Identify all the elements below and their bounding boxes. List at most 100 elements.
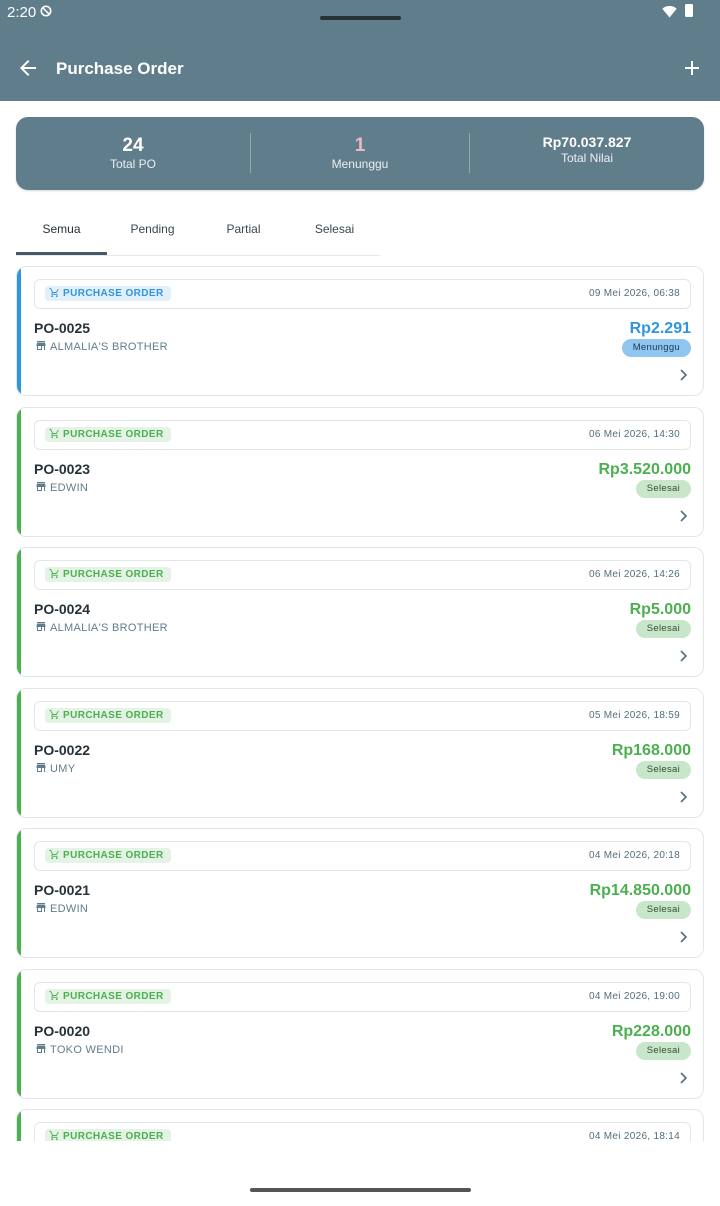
order-card[interactable]: PURCHASE ORDER 04 Mei 2026, 18:14 [16,1109,704,1141]
po-type-badge: PURCHASE ORDER [45,707,171,723]
order-card[interactable]: PURCHASE ORDER 05 Mei 2026, 18:59 PO-0022 U… [16,687,704,818]
chevron-right-icon[interactable] [676,509,690,523]
cart-icon [49,709,59,719]
status-chip: Menunggu [621,339,691,357]
wifi-icon [662,5,677,18]
po-date: 09 Mei 2026, 06:38 [588,288,680,299]
order-card[interactable]: PURCHASE ORDER 04 Mei 2026, 19:00 PO-0020 T… [16,968,704,1099]
chevron-right-icon[interactable] [676,930,690,944]
supplier-label: ALMALIA'S BROTHER [50,622,168,634]
chevron-right-icon[interactable] [676,790,690,804]
status-accent-bar [17,969,21,1098]
po-date: 05 Mei 2026, 18:59 [588,709,680,721]
status-chip: Selesai [635,479,691,498]
status-accent-bar [17,407,21,536]
po-type-label: PURCHASE ORDER [63,709,164,721]
add-icon[interactable] [680,56,704,80]
summary-card: 24 Total PO 1 Menunggu Rp70.037.827 Tota… [16,117,704,190]
waiting-label: Menunggu [331,157,389,171]
status-accent-bar [17,829,21,957]
po-number: PO-0025 [34,320,91,336]
app-bar: 2:20 Purchase Order [0,0,720,101]
total-value-amount: Rp70.037.827 [542,134,632,150]
po-type-badge: PURCHASE ORDER [45,567,171,582]
order-list: PURCHASE ORDER 09 Mei 2026, 06:38 PO-0025 A… [16,266,704,1141]
stat-total-po: 24 Total PO [16,117,250,190]
po-type-label: PURCHASE ORDER [63,569,164,580]
tab-semua[interactable]: Semua [16,205,107,254]
tab-indicator [16,252,107,255]
status-accent-bar [17,267,21,395]
supplier-name: EDWIN [35,902,88,915]
po-type-label: PURCHASE ORDER [63,428,164,440]
card-header: PURCHASE ORDER 06 Mei 2026, 14:26 [34,560,691,590]
back-arrow-icon[interactable] [16,56,40,80]
status-time: 2:20 [7,4,37,21]
po-type-badge: PURCHASE ORDER [45,426,171,442]
supplier-name: EDWIN [35,481,88,494]
po-date: 04 Mei 2026, 20:18 [588,850,680,861]
supplier-label: EDWIN [50,481,89,494]
stat-total-value: Rp70.037.827 Total Nilai [470,117,704,190]
chevron-right-icon[interactable] [676,368,690,382]
cart-icon [49,1130,59,1141]
status-chip: Selesai [635,620,691,638]
po-number: PO-0021 [34,882,91,898]
status-accent-bar [17,548,21,676]
supplier-label: EDWIN [50,903,89,915]
supplier-name: UMY [35,762,75,775]
po-date: 06 Mei 2026, 14:26 [588,569,680,580]
po-date: 04 Mei 2026, 19:00 [588,990,680,1002]
tab-partial[interactable]: Partial [198,205,289,254]
po-type-label: PURCHASE ORDER [63,288,164,299]
po-amount: Rp2.291 [629,320,691,337]
po-type-label: PURCHASE ORDER [63,1131,164,1141]
po-amount: Rp168.000 [611,741,691,759]
supplier-name: TOKO WENDI [35,1043,124,1056]
status-accent-bar [17,688,21,817]
store-icon [36,481,46,491]
gesture-nav-handle [250,1188,471,1192]
card-header: PURCHASE ORDER 04 Mei 2026, 20:18 [34,841,691,871]
status-chip: Selesai [635,1041,691,1060]
do-not-disturb-icon [40,5,52,17]
waiting-value: 1 [354,135,366,156]
status-chip: Selesai [635,760,691,779]
camera-pill [320,16,401,20]
store-icon [36,622,46,631]
cart-icon [49,428,59,438]
tab-selesai[interactable]: Selesai [289,205,380,254]
store-icon [36,341,46,350]
status-chip: Selesai [635,901,691,919]
supplier-label: ALMALIA'S BROTHER [50,341,168,353]
po-number: PO-0022 [34,741,91,758]
card-header: PURCHASE ORDER 05 Mei 2026, 18:59 [34,700,691,731]
supplier-label: TOKO WENDI [50,1043,124,1056]
card-header: PURCHASE ORDER 09 Mei 2026, 06:38 [34,279,691,309]
po-type-label: PURCHASE ORDER [63,850,164,861]
order-card[interactable]: PURCHASE ORDER 06 Mei 2026, 14:26 PO-0024 A… [16,547,704,677]
store-icon [36,1043,46,1053]
card-header: PURCHASE ORDER 04 Mei 2026, 19:00 [34,981,691,1012]
order-card[interactable]: PURCHASE ORDER 09 Mei 2026, 06:38 PO-0025 A… [16,266,704,396]
card-header: PURCHASE ORDER 06 Mei 2026, 14:30 [34,419,691,450]
chevron-right-icon[interactable] [676,1071,690,1085]
tab-pending[interactable]: Pending [107,205,198,254]
po-type-label: PURCHASE ORDER [63,990,164,1002]
po-number: PO-0020 [34,1022,91,1039]
po-number: PO-0024 [34,601,91,617]
po-type-badge: PURCHASE ORDER [45,1129,171,1141]
po-number: PO-0023 [34,460,91,477]
supplier-name: ALMALIA'S BROTHER [35,340,168,353]
po-type-badge: PURCHASE ORDER [45,988,171,1004]
po-amount: Rp5.000 [629,601,691,618]
total-po-label: Total PO [109,157,157,171]
cart-icon [49,990,59,1000]
po-type-badge: PURCHASE ORDER [45,848,171,863]
order-card[interactable]: PURCHASE ORDER 06 Mei 2026, 14:30 PO-0023 E… [16,406,704,537]
order-card[interactable]: PURCHASE ORDER 04 Mei 2026, 20:18 PO-0021 E… [16,828,704,958]
chevron-right-icon[interactable] [676,649,690,663]
status-accent-bar [17,1110,21,1141]
store-icon [36,903,46,912]
stat-waiting: 1 Menunggu [251,117,469,190]
